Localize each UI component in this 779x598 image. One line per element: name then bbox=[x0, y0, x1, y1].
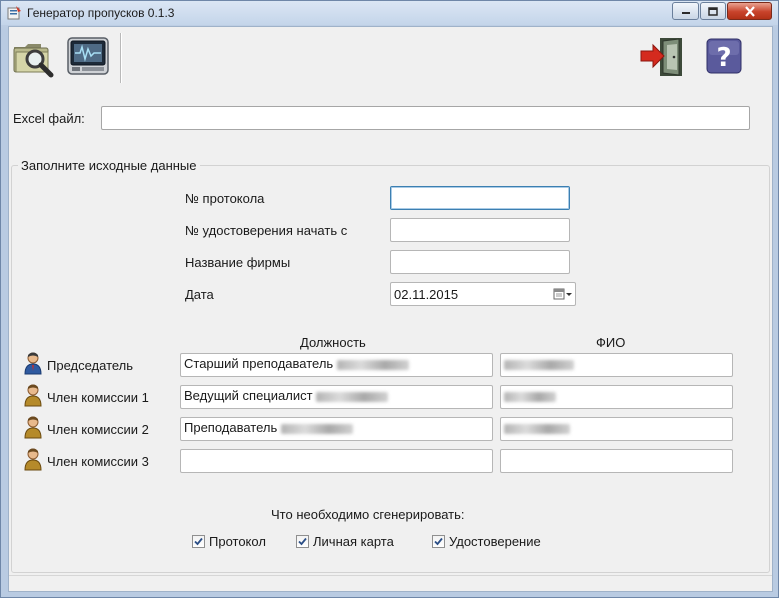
chairman-position-input[interactable]: Старший преподаватель bbox=[180, 353, 493, 377]
company-name-label: Название фирмы bbox=[185, 255, 291, 270]
printer-icon bbox=[67, 37, 109, 75]
client-area: ? Excel файл: Заполните исходные данные … bbox=[8, 26, 773, 592]
company-name-input[interactable] bbox=[390, 250, 570, 274]
close-button[interactable] bbox=[727, 2, 772, 20]
chairman-name-input[interactable] bbox=[500, 353, 733, 377]
maximize-button[interactable] bbox=[700, 2, 726, 20]
redacted-text bbox=[504, 359, 574, 370]
source-data-group-title: Заполните исходные данные bbox=[18, 158, 200, 173]
certificate-start-label: № удостоверения начать с bbox=[185, 223, 348, 238]
excel-file-label: Excel файл: bbox=[13, 111, 85, 126]
redacted-text bbox=[504, 391, 556, 402]
member-2-position-value: Преподаватель bbox=[184, 420, 278, 435]
member-2-position-input[interactable]: Преподаватель bbox=[180, 417, 493, 441]
protocol-checkbox[interactable]: Протокол bbox=[192, 534, 266, 549]
folder-search-icon bbox=[13, 44, 54, 78]
member-1-position-input[interactable]: Ведущий специалист bbox=[180, 385, 493, 409]
certificate-checkbox[interactable]: Удостоверение bbox=[432, 534, 541, 549]
calendar-icon bbox=[553, 288, 572, 300]
exit-door-icon bbox=[640, 38, 682, 76]
title-bar[interactable]: Генератор пропусков 0.1.3 bbox=[1, 1, 778, 25]
member-3-name-input[interactable] bbox=[500, 449, 733, 473]
member-role-label: Председатель bbox=[47, 358, 134, 373]
date-label: Дата bbox=[185, 287, 214, 302]
app-icon bbox=[6, 5, 22, 21]
member-1-position-value: Ведущий специалист bbox=[184, 388, 313, 403]
member-role-label: Член комиссии 3 bbox=[47, 454, 149, 469]
member-role-label: Член комиссии 2 bbox=[47, 422, 149, 437]
checkbox-label: Удостоверение bbox=[449, 534, 541, 549]
member-2-user-icon bbox=[24, 415, 42, 439]
redacted-text bbox=[336, 359, 409, 370]
help-glyph: ? bbox=[716, 43, 731, 73]
toolbar: ? bbox=[9, 27, 772, 87]
protocol-input[interactable] bbox=[390, 186, 570, 210]
redacted-text bbox=[504, 423, 570, 434]
protocol-label: № протокола bbox=[185, 191, 265, 206]
close-icon bbox=[744, 5, 755, 17]
maximize-icon bbox=[708, 6, 718, 16]
minimize-icon bbox=[681, 12, 690, 14]
help-button[interactable]: ? bbox=[703, 35, 749, 79]
toolbar-separator bbox=[120, 33, 121, 83]
date-value: 02.11.2015 bbox=[394, 287, 459, 302]
app-window: Генератор пропусков 0.1.3 ? Excel файл: … bbox=[0, 0, 779, 598]
date-picker[interactable]: 02.11.2015 bbox=[390, 282, 576, 306]
checkbox-box[interactable] bbox=[192, 535, 205, 548]
calendar-dropdown-button[interactable] bbox=[553, 286, 573, 302]
personal-card-checkbox[interactable]: Личная карта bbox=[296, 534, 394, 549]
checkmark-icon bbox=[298, 537, 307, 546]
status-bar bbox=[9, 575, 772, 591]
checkbox-box[interactable] bbox=[432, 535, 445, 548]
checkmark-icon bbox=[434, 537, 443, 546]
checkbox-label: Протокол bbox=[209, 534, 266, 549]
help-icon: ? bbox=[706, 38, 742, 74]
redacted-text bbox=[316, 391, 389, 402]
chairman-user-icon bbox=[24, 351, 42, 375]
name-column-header: ФИО bbox=[596, 335, 626, 350]
member-1-name-input[interactable] bbox=[500, 385, 733, 409]
member-3-user-icon bbox=[24, 447, 42, 471]
excel-file-input[interactable] bbox=[101, 106, 750, 130]
member-3-position-input[interactable] bbox=[180, 449, 493, 473]
window-title: Генератор пропусков 0.1.3 bbox=[27, 6, 175, 20]
member-2-name-input[interactable] bbox=[500, 417, 733, 441]
member-role-label: Член комиссии 1 bbox=[47, 390, 149, 405]
generate-options-title: Что необходимо сгенерировать: bbox=[271, 507, 465, 522]
member-1-user-icon bbox=[24, 383, 42, 407]
open-file-button[interactable] bbox=[11, 35, 57, 79]
chairman-position-value: Старший преподаватель bbox=[184, 356, 334, 371]
checkbox-label: Личная карта bbox=[313, 534, 394, 549]
checkmark-icon bbox=[194, 537, 203, 546]
print-button[interactable] bbox=[65, 35, 111, 79]
redacted-text bbox=[280, 423, 353, 434]
position-column-header: Должность bbox=[300, 335, 366, 350]
minimize-button[interactable] bbox=[672, 2, 699, 20]
checkbox-box[interactable] bbox=[296, 535, 309, 548]
certificate-start-input[interactable] bbox=[390, 218, 570, 242]
exit-button[interactable] bbox=[639, 35, 685, 79]
